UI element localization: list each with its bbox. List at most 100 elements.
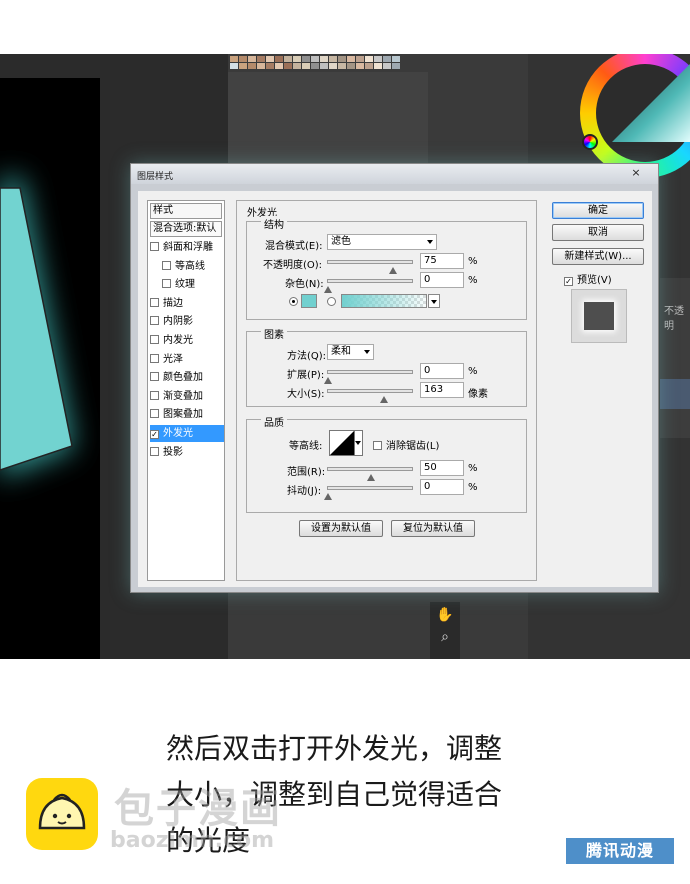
noise-input[interactable]: 0 <box>420 272 464 288</box>
close-icon[interactable]: × <box>630 166 642 180</box>
swatch[interactable] <box>383 63 391 69</box>
style-checkbox[interactable] <box>162 279 171 289</box>
reset-default-button[interactable]: 复位为默认值 <box>391 520 475 537</box>
solid-color-radio[interactable] <box>289 297 298 306</box>
blend-options-item[interactable]: 混合选项:默认 <box>150 221 222 237</box>
swatch[interactable] <box>356 56 364 62</box>
swatch[interactable] <box>329 63 337 69</box>
style-list-item[interactable]: 内发光 <box>150 332 224 349</box>
selected-layer-strip[interactable] <box>660 379 690 409</box>
style-list-item[interactable]: 渐变叠加 <box>150 388 224 405</box>
size-input[interactable]: 163 <box>420 382 464 398</box>
noise-slider[interactable] <box>324 279 413 293</box>
set-default-button[interactable]: 设置为默认值 <box>299 520 383 537</box>
swatch[interactable] <box>338 63 346 69</box>
range-slider-thumb[interactable] <box>367 474 375 481</box>
jitter-slider[interactable] <box>324 486 413 500</box>
cancel-button[interactable]: 取消 <box>552 224 644 241</box>
swatch[interactable] <box>266 63 274 69</box>
style-checkbox[interactable]: ✓ <box>150 430 159 439</box>
swatch[interactable] <box>329 56 337 62</box>
style-checkbox[interactable] <box>150 390 159 400</box>
range-slider[interactable] <box>327 467 413 481</box>
size-slider-thumb[interactable] <box>380 396 389 403</box>
style-list-item[interactable]: 内阴影 <box>150 313 224 330</box>
style-checkbox[interactable] <box>162 260 171 270</box>
style-list-item[interactable]: 光泽 <box>150 351 224 368</box>
swatch[interactable] <box>365 56 373 62</box>
swatch[interactable] <box>293 63 301 69</box>
swatch[interactable] <box>230 56 238 62</box>
noise-slider-thumb[interactable] <box>324 286 332 293</box>
color-mode-icon[interactable] <box>582 134 598 150</box>
swatch[interactable] <box>311 63 319 69</box>
swatch[interactable] <box>239 63 247 69</box>
style-list-header[interactable]: 样式 <box>150 203 222 219</box>
jitter-slider-thumb[interactable] <box>324 493 332 500</box>
style-list-item[interactable]: 颜色叠加 <box>150 369 224 386</box>
glow-gradient-swatch[interactable] <box>341 294 427 308</box>
opacity-slider-thumb[interactable] <box>388 267 397 274</box>
swatch[interactable] <box>230 63 238 69</box>
gradient-dropdown[interactable] <box>428 294 440 308</box>
canvas[interactable] <box>0 78 100 659</box>
range-input[interactable]: 50 <box>420 460 464 476</box>
jitter-input[interactable]: 0 <box>420 479 464 495</box>
swatch[interactable] <box>338 56 346 62</box>
preview-checkbox-box[interactable]: ✓ <box>564 277 573 286</box>
new-style-button[interactable]: 新建样式(W)... <box>552 248 644 265</box>
style-checkbox[interactable] <box>150 372 159 382</box>
style-checkbox[interactable] <box>150 409 159 419</box>
contour-picker[interactable] <box>329 430 355 456</box>
spread-input[interactable]: 0 <box>420 363 464 379</box>
style-list-item[interactable]: 投影 <box>150 444 224 461</box>
opacity-input[interactable]: 75 <box>420 253 464 269</box>
glow-color-swatch[interactable] <box>301 294 317 308</box>
style-list-item[interactable]: 纹理 <box>150 276 224 293</box>
gradient-radio[interactable] <box>327 297 336 306</box>
spread-slider[interactable] <box>324 370 413 384</box>
swatch[interactable] <box>374 56 382 62</box>
swatch[interactable] <box>284 63 292 69</box>
antialias-checkbox[interactable]: 消除锯齿(L) <box>373 437 439 452</box>
contour-dropdown[interactable] <box>355 430 363 456</box>
style-list-item[interactable]: 斜面和浮雕 <box>150 239 224 256</box>
swatch[interactable] <box>320 63 328 69</box>
style-checkbox[interactable] <box>150 353 159 363</box>
swatch[interactable] <box>248 63 256 69</box>
style-checkbox[interactable] <box>150 242 159 251</box>
swatch[interactable] <box>392 63 400 69</box>
ok-button[interactable]: 确定 <box>552 202 644 219</box>
swatch[interactable] <box>239 56 247 62</box>
style-list-item[interactable]: 等高线 <box>150 258 224 275</box>
swatch[interactable] <box>365 63 373 69</box>
blend-mode-select[interactable]: 滤色 <box>327 234 437 250</box>
zoom-tool-icon[interactable]: ⌕ <box>434 628 456 646</box>
swatch[interactable] <box>266 56 274 62</box>
swatch[interactable] <box>392 56 400 62</box>
color-swatches[interactable] <box>230 56 402 70</box>
style-list-item[interactable]: 描边 <box>150 295 224 312</box>
antialias-checkbox-box[interactable] <box>373 441 382 450</box>
hand-tool-icon[interactable]: ✋ <box>434 606 456 624</box>
technique-select[interactable]: 柔和 <box>327 344 374 360</box>
style-checkbox[interactable] <box>150 446 159 456</box>
style-list-item[interactable]: ✓ 外发光 <box>150 425 224 442</box>
style-checkbox[interactable] <box>150 297 159 307</box>
style-checkbox[interactable] <box>150 335 159 344</box>
swatch[interactable] <box>257 63 265 69</box>
style-list-item[interactable]: 图案叠加 <box>150 406 224 423</box>
swatch[interactable] <box>257 56 265 62</box>
swatch[interactable] <box>311 56 319 62</box>
style-checkbox[interactable] <box>150 316 159 326</box>
spread-slider-thumb[interactable] <box>324 377 332 384</box>
swatch[interactable] <box>248 56 256 62</box>
swatch[interactable] <box>293 56 301 62</box>
size-slider[interactable] <box>327 389 413 403</box>
swatch[interactable] <box>284 56 292 62</box>
opacity-slider[interactable] <box>327 260 413 274</box>
dialog-titlebar[interactable]: 图层样式 × <box>131 164 658 184</box>
swatch[interactable] <box>320 56 328 62</box>
swatch[interactable] <box>356 63 364 69</box>
swatch[interactable] <box>347 63 355 69</box>
